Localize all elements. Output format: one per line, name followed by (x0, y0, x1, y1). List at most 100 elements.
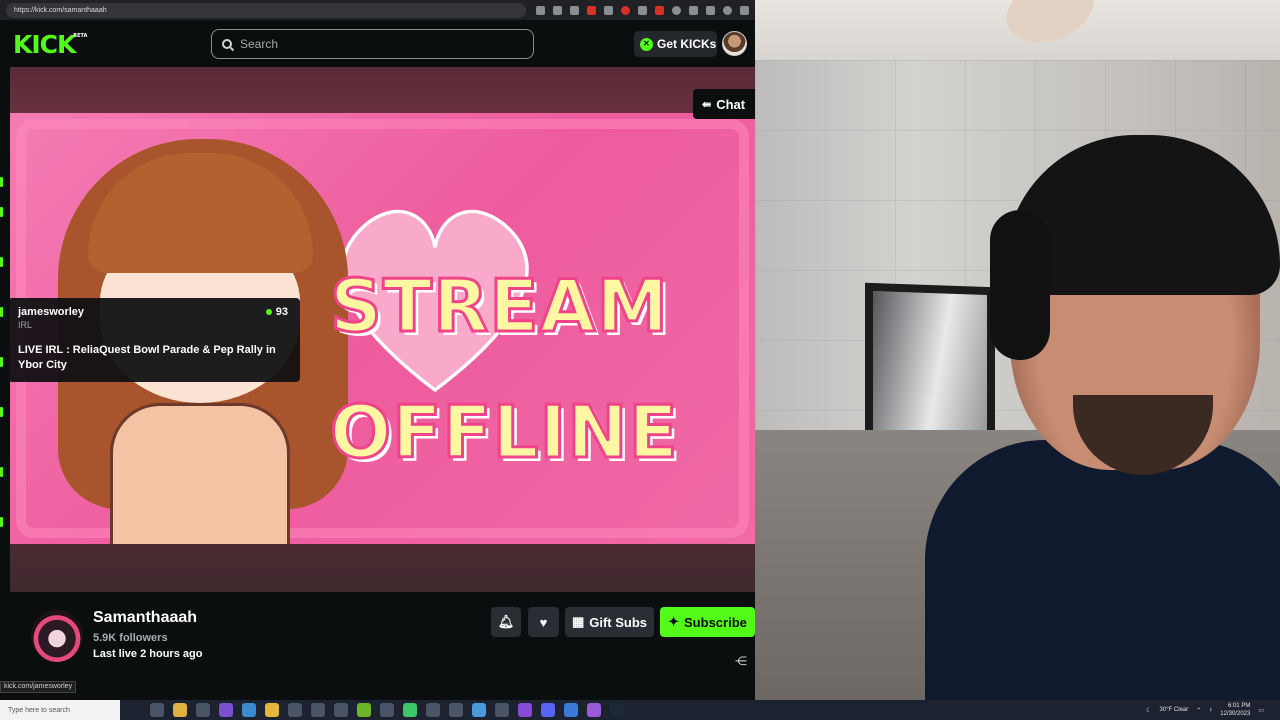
extension-icon[interactable] (655, 5, 664, 15)
app-icon[interactable] (219, 703, 233, 717)
extension-icon[interactable] (621, 5, 630, 15)
extension-icon[interactable] (638, 5, 647, 15)
heart-icon: ♥ (539, 614, 548, 630)
rail-live-indicator (0, 207, 3, 217)
extension-icon[interactable] (672, 5, 681, 15)
last-live: Last live 2 hours ago (93, 648, 203, 660)
share-page-icon[interactable] (553, 5, 562, 15)
rail-live-indicator (0, 177, 3, 187)
clock[interactable]: 6:01 PM 12/30/2023 (1220, 702, 1250, 718)
browser-toolbar: https://kick.com/samanthaaah (0, 0, 755, 20)
chrome-icon[interactable] (173, 703, 187, 717)
app-icon[interactable] (334, 703, 348, 717)
app-icon[interactable] (380, 703, 394, 717)
task-view-icon[interactable] (150, 703, 164, 717)
app-icon[interactable] (196, 703, 210, 717)
webcam-person-shirt (925, 440, 1280, 700)
link-status-tooltip: kick.com/jamesworley (0, 681, 77, 693)
search-placeholder: Search (240, 37, 279, 51)
extension-icon[interactable] (604, 5, 613, 15)
app-icon[interactable] (587, 703, 601, 717)
app-icon[interactable] (288, 703, 302, 717)
taskbar-search-placeholder: Type here to search (8, 706, 70, 714)
tray-overflow-icon[interactable]: ⌃ (1196, 707, 1201, 714)
file-explorer-icon[interactable] (265, 703, 279, 717)
rail-live-indicator (0, 307, 3, 317)
volume-icon[interactable]: ♪ (1209, 707, 1212, 713)
app-icon[interactable] (564, 703, 578, 717)
rail-live-indicator (0, 407, 3, 417)
app-icon[interactable] (518, 703, 532, 717)
chat-toggle-button[interactable]: ⇚ Chat (693, 89, 755, 119)
hover-stream-title: LIVE IRL : ReliaQuest Bowl Parade & Pep … (18, 344, 276, 371)
app-icon[interactable] (242, 703, 256, 717)
webcam-overlay (755, 0, 1280, 700)
gift-subs-button[interactable]: ▦ Gift Subs (565, 607, 654, 637)
subscribe-label: Subscribe (684, 614, 747, 630)
character-dress (110, 403, 290, 544)
beta-badge: BETA (73, 33, 88, 39)
app-icon[interactable] (449, 703, 463, 717)
rail-live-indicator (0, 257, 3, 267)
hover-category: IRL (18, 320, 33, 330)
kick-coin-icon (640, 37, 653, 51)
sidebar-icon[interactable] (706, 5, 715, 15)
live-dot-icon (265, 309, 272, 315)
follower-count: 5.9K followers (93, 632, 168, 644)
app-icon[interactable] (472, 703, 486, 717)
clock-time: 6:01 PM (1227, 703, 1251, 709)
weather-icon[interactable]: ☾ (1146, 707, 1151, 714)
app-icon[interactable] (495, 703, 509, 717)
get-kicks-label: Get KICKs (657, 37, 717, 51)
channel-name[interactable]: Samanthaaah (93, 609, 197, 627)
gift-subs-label: Gift Subs (589, 614, 648, 630)
chat-label: Chat (716, 96, 746, 112)
viewer-count: 93 (265, 306, 288, 318)
site-header: KICK BETA Search Get KICKs (0, 20, 755, 67)
extension-icon[interactable] (587, 5, 596, 15)
app-icon[interactable] (426, 703, 440, 717)
extension-icons (536, 5, 749, 15)
profile-icon[interactable] (723, 5, 732, 15)
offline-line-1: STREAM (329, 263, 670, 350)
discord-icon[interactable] (541, 703, 555, 717)
share-icon[interactable]: ⋲ (735, 654, 747, 668)
subscribe-button[interactable]: ✦ Subscribe (660, 607, 755, 637)
get-kicks-button[interactable]: Get KICKs (634, 31, 717, 57)
logo-text: KICK (13, 30, 76, 59)
sparkle-icon: ✦ (668, 614, 680, 629)
rail-live-indicator (0, 357, 3, 367)
zoom-icon[interactable] (536, 5, 545, 15)
notification-button[interactable]: 🔔︎ (491, 607, 521, 637)
offline-text: STREAM OFFLINE (329, 243, 680, 495)
hover-username: jamesworley (18, 306, 85, 318)
search-input[interactable]: Search (211, 29, 534, 59)
webcam-headphones (990, 210, 1050, 360)
puzzle-icon[interactable] (689, 5, 698, 15)
system-tray: ☾ 30°F Clear ⌃ ♪ 6:01 PM 12/30/2023 ▭ (1146, 700, 1264, 720)
windows-taskbar: Type here to search ☾ 30°F Clear ⌃ ♪ 6:0… (0, 700, 1280, 720)
taskbar-search-input[interactable]: Type here to search (0, 700, 120, 720)
more-menu-icon[interactable] (740, 5, 749, 15)
nvidia-icon[interactable] (357, 703, 371, 717)
viewer-count-value: 93 (275, 306, 288, 318)
bell-icon: 🔔︎ (497, 614, 515, 629)
notification-center-icon[interactable]: ▭ (1258, 707, 1264, 714)
bookmark-star-icon[interactable] (570, 5, 579, 15)
channel-hover-card[interactable]: jamesworley IRL 93 LIVE IRL : ReliaQuest… (8, 298, 300, 382)
address-bar-url: https://kick.com/samanthaaah (14, 6, 107, 14)
offline-line-2: OFFLINE (329, 389, 680, 476)
steam-icon[interactable] (610, 703, 624, 717)
app-icon[interactable] (403, 703, 417, 717)
channel-info: Samanthaaah 5.9K followers Last live 2 h… (0, 592, 755, 697)
gift-icon: ▦ (571, 614, 585, 629)
address-bar[interactable]: https://kick.com/samanthaaah (6, 2, 526, 18)
follow-button[interactable]: ♥ (528, 607, 559, 637)
user-avatar[interactable] (722, 31, 747, 56)
channel-avatar[interactable] (31, 610, 83, 662)
app-icon[interactable] (311, 703, 325, 717)
taskbar-apps (150, 703, 624, 717)
kick-logo[interactable]: KICK BETA (13, 30, 87, 59)
expand-chat-icon: ⇚ (702, 98, 712, 111)
search-icon (222, 39, 232, 49)
